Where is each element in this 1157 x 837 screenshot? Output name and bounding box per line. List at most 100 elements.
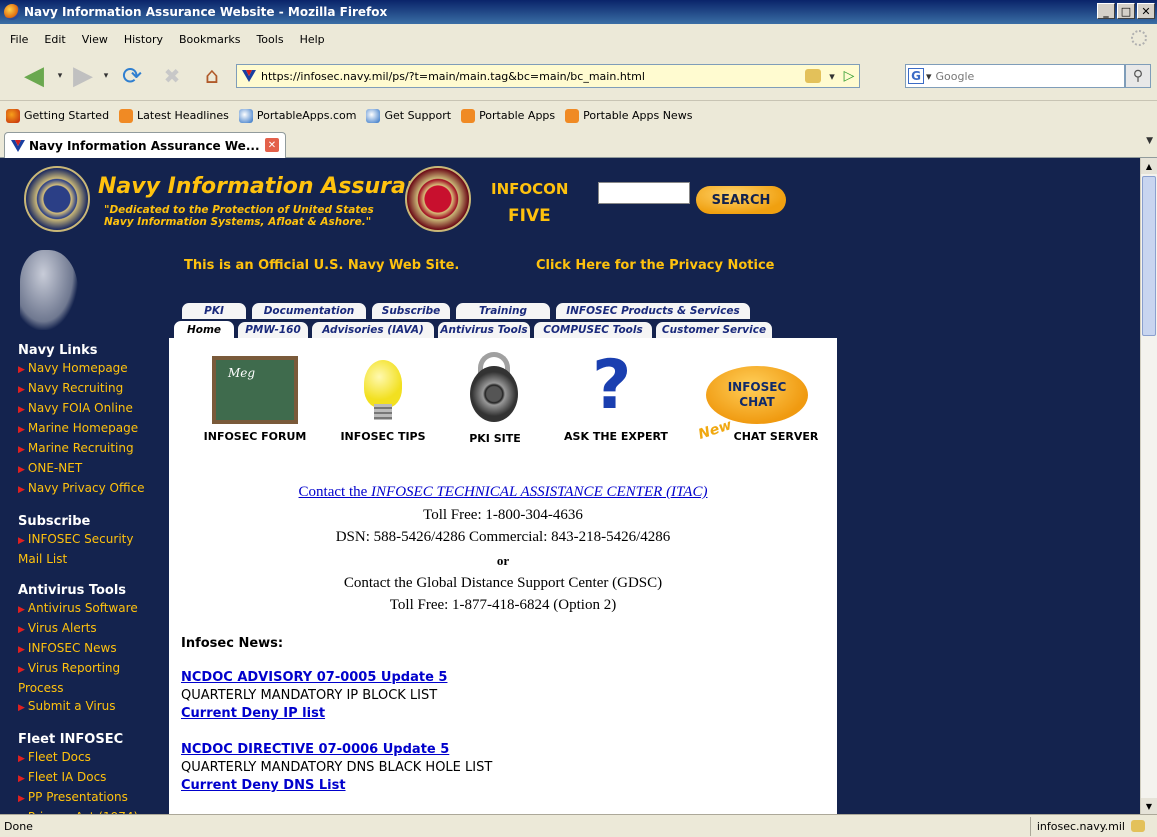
sidebar-link[interactable]: Antivirus Software [18, 599, 168, 619]
site-tab-training[interactable]: Training [455, 302, 551, 320]
sidebar-link[interactable]: Virus Alerts [18, 619, 168, 639]
news-item-title[interactable]: NCDOC DIRECTIVE 07-0006 Update 5 [181, 742, 449, 757]
news-item-link[interactable]: NCDOC ADVISORY 07-0005 Update 5 [181, 670, 447, 685]
forward-history-dropdown-icon[interactable]: ▾ [100, 60, 112, 92]
site-tagline: "Dedicated to the Protection of United S… [104, 204, 374, 228]
menu-file[interactable]: File [2, 33, 36, 46]
site-tab-subscribe[interactable]: Subscribe [371, 302, 451, 320]
scroll-up-icon[interactable]: ▲ [1141, 158, 1157, 174]
bookmark-portable-apps-news[interactable]: Portable Apps News [565, 108, 692, 123]
contact-itac-link[interactable]: Contact the INFOSEC TECHNICAL ASSISTANCE… [299, 484, 708, 500]
chat-bubble-icon[interactable]: INFOSEC CHAT [706, 366, 808, 424]
site-tab-documentation[interactable]: Documentation [251, 302, 367, 320]
ask-the-expert-link[interactable]: ASK THE EXPERT [554, 430, 678, 443]
infosec-tips-link[interactable]: INFOSEC TIPS [330, 430, 436, 443]
stop-icon[interactable]: ✖ [152, 60, 192, 92]
tagline-line: Navy Information Systems, Afloat & Ashor… [104, 216, 372, 228]
menu-history[interactable]: History [116, 33, 171, 46]
news-item-sublink[interactable]: Current Deny DNS List [181, 778, 346, 793]
site-identity-icon[interactable] [805, 69, 821, 83]
sidebar-link[interactable]: Navy Recruiting [18, 379, 168, 399]
secure-lock-icon[interactable] [1131, 820, 1145, 832]
site-tab-home[interactable]: Home [173, 320, 235, 340]
news-item-title[interactable]: NCDOC ADVISORY 07-0005 Update 5 [181, 670, 447, 685]
chat-server-link[interactable]: CHAT SERVER [726, 430, 826, 443]
site-tab-advisories[interactable]: Advisories (IAVA) [311, 321, 435, 339]
sidebar-link[interactable]: Navy FOIA Online [18, 399, 168, 419]
infosec-forum-link[interactable]: INFOSEC FORUM [200, 430, 310, 443]
sidebar-link[interactable]: INFOSEC News [18, 639, 168, 659]
sidebar-link[interactable]: Navy Homepage [18, 359, 168, 379]
site-tab-infosec-products[interactable]: INFOSEC Products & Services [555, 302, 751, 320]
sidebar-link[interactable]: PP Presentations [18, 788, 168, 808]
site-tab-antivirus-tools[interactable]: Antivirus Tools [437, 321, 531, 339]
padlock-icon[interactable] [470, 366, 518, 422]
sidebar-link-continued[interactable]: Mail List [18, 550, 168, 568]
forward-icon[interactable]: ▶ [66, 60, 100, 92]
news-item-link[interactable]: Current Deny DNS List [181, 778, 346, 793]
chalkboard-icon[interactable]: Meg [212, 356, 298, 424]
scroll-down-icon[interactable]: ▼ [1141, 798, 1157, 814]
tab-navy-information-assurance[interactable]: Navy Information Assurance We... ✕ [4, 132, 286, 158]
site-brand[interactable]: Navy Information Assurance [98, 174, 449, 199]
search-box[interactable]: G ▾ Google [905, 64, 1125, 88]
news-item-sublink[interactable]: Current Deny IP list [181, 706, 325, 721]
site-tab-pki[interactable]: PKI [181, 302, 247, 320]
sidebar-link[interactable]: ONE-NET [18, 459, 168, 479]
minimize-button[interactable]: _ [1097, 3, 1115, 19]
sidebar-link[interactable]: Marine Recruiting [18, 439, 168, 459]
contact-link-text: INFOSEC TECHNICAL ASSISTANCE CENTER (ITA… [371, 484, 708, 500]
news-item-link[interactable]: NCDOC DIRECTIVE 07-0006 Update 5 [181, 742, 449, 757]
google-search-engine-icon[interactable]: G [908, 68, 924, 84]
lightbulb-base [374, 404, 392, 420]
sidebar-link[interactable]: Marine Homepage [18, 419, 168, 439]
close-button[interactable]: ✕ [1137, 3, 1155, 19]
pki-site-link[interactable]: PKI SITE [456, 432, 534, 445]
bookmark-latest-headlines[interactable]: Latest Headlines [119, 108, 229, 123]
sidebar-link[interactable]: INFOSEC Security [18, 530, 168, 550]
bookmark-portableapps[interactable]: PortableApps.com [238, 108, 356, 123]
site-search-button[interactable]: SEARCH [696, 186, 786, 214]
sidebar-link[interactable]: Navy Privacy Office [18, 479, 168, 499]
news-item-link[interactable]: Current Deny IP list [181, 706, 325, 721]
search-go-icon[interactable]: ⚲ [1125, 64, 1151, 88]
back-icon[interactable]: ◀ [14, 60, 54, 92]
menu-view[interactable]: View [74, 33, 116, 46]
site-tab-pmw-160[interactable]: PMW-160 [237, 321, 309, 339]
gdsc-toll-free: Toll Free: 1-877-418-6824 (Option 2) [389, 597, 617, 613]
privacy-notice-link[interactable]: Click Here for the Privacy Notice [536, 258, 774, 273]
list-all-tabs-icon[interactable]: ▼ [1146, 136, 1153, 146]
sidebar-link-continued[interactable]: Process [18, 679, 168, 697]
lightbulb-icon[interactable] [364, 360, 402, 408]
scroll-thumb[interactable] [1142, 176, 1156, 336]
question-mark-icon[interactable]: ? [592, 348, 631, 424]
home-icon[interactable]: ⌂ [192, 60, 232, 92]
url-bar[interactable]: https://infosec.navy.mil/ps/?t=main/main… [236, 64, 860, 88]
sidebar-link[interactable]: Virus Reporting [18, 659, 168, 679]
search-engine-dropdown-icon[interactable]: ▾ [926, 70, 932, 83]
bookmark-get-support[interactable]: Get Support [366, 108, 451, 123]
menu-edit[interactable]: Edit [36, 33, 73, 46]
site-sidebar: Navy Links Navy Homepage Navy Recruiting… [18, 342, 168, 837]
url-dropdown-icon[interactable]: ▾ [825, 70, 839, 83]
sidebar-heading: Fleet INFOSEC [18, 732, 124, 747]
maximize-button[interactable]: □ [1117, 3, 1135, 19]
go-icon[interactable]: ▷ [839, 68, 859, 84]
sidebar-link[interactable]: Fleet Docs [18, 748, 168, 768]
sidebar-link[interactable]: Submit a Virus [18, 697, 168, 717]
bookmark-getting-started[interactable]: Getting Started [6, 108, 109, 123]
site-search-input[interactable] [598, 182, 690, 204]
site-tab-compusec-tools[interactable]: COMPUSEC Tools [533, 321, 653, 339]
search-placeholder[interactable]: Google [936, 70, 975, 83]
close-tab-icon[interactable]: ✕ [265, 138, 279, 152]
menu-tools[interactable]: Tools [248, 33, 291, 46]
menu-bookmarks[interactable]: Bookmarks [171, 33, 248, 46]
bookmark-portable-apps[interactable]: Portable Apps [461, 108, 555, 123]
vertical-scrollbar[interactable]: ▲ ▼ [1140, 158, 1157, 814]
reload-icon[interactable]: ⟳ [112, 60, 152, 92]
back-history-dropdown-icon[interactable]: ▾ [54, 60, 66, 92]
sidebar-link[interactable]: Fleet IA Docs [18, 768, 168, 788]
site-tab-customer-service[interactable]: Customer Service [655, 321, 773, 339]
url-text[interactable]: https://infosec.navy.mil/ps/?t=main/main… [261, 70, 805, 83]
menu-help[interactable]: Help [292, 33, 333, 46]
